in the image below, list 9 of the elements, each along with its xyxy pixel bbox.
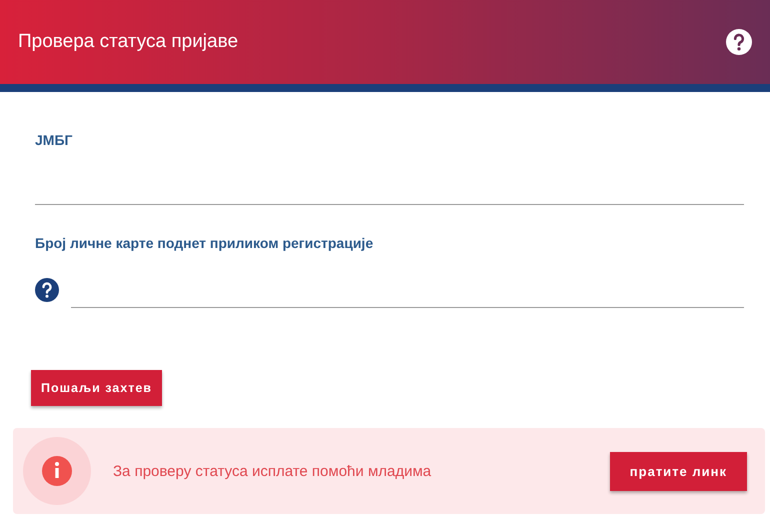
submit-button[interactable]: Пошаљи захтев <box>31 370 162 406</box>
help-icon[interactable] <box>726 29 752 55</box>
field-label: ЈМБГ <box>35 132 74 148</box>
page-title: Провера статуса пријаве <box>18 31 238 53</box>
link-button[interactable]: пратите линк <box>610 452 747 490</box>
notice-text: За проверу статуса исплате помоћи младима <box>113 462 432 480</box>
field-label: Број личне карте поднет приликом регистрације <box>35 235 374 251</box>
help-icon[interactable] <box>35 278 59 302</box>
info-icon <box>23 437 91 505</box>
